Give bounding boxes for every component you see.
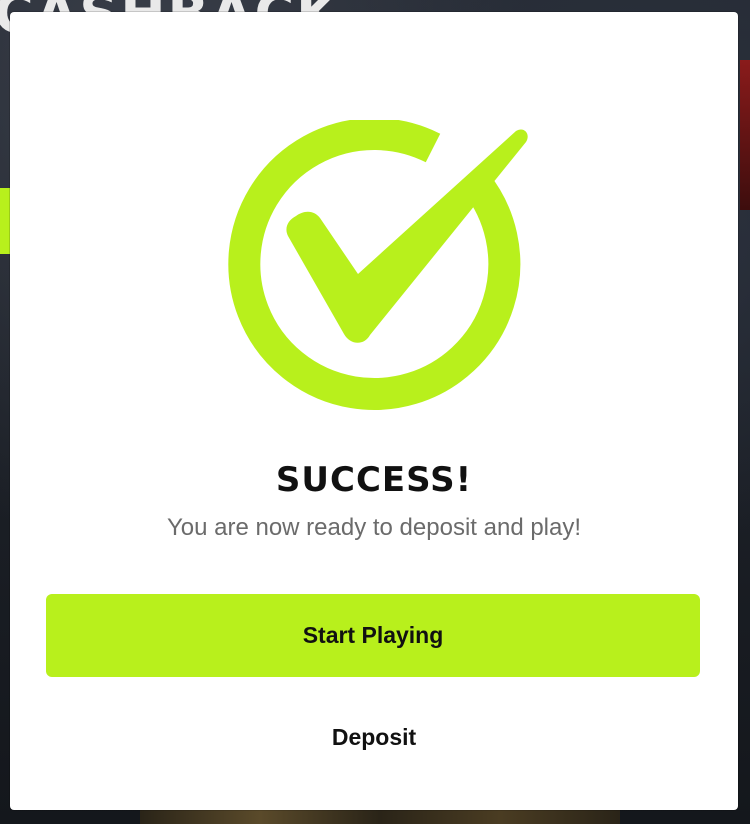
- deposit-button[interactable]: Deposit: [10, 724, 738, 751]
- background-side-panel: [740, 60, 750, 210]
- modal-subtitle: You are now ready to deposit and play!: [166, 514, 582, 541]
- modal-title: SUCCESS!: [275, 460, 473, 500]
- background-bottom-art: [140, 810, 620, 824]
- start-playing-button[interactable]: Start Playing: [46, 594, 700, 677]
- success-modal: SUCCESS! You are now ready to deposit an…: [10, 12, 738, 810]
- checkmark-circle-icon: [218, 118, 528, 420]
